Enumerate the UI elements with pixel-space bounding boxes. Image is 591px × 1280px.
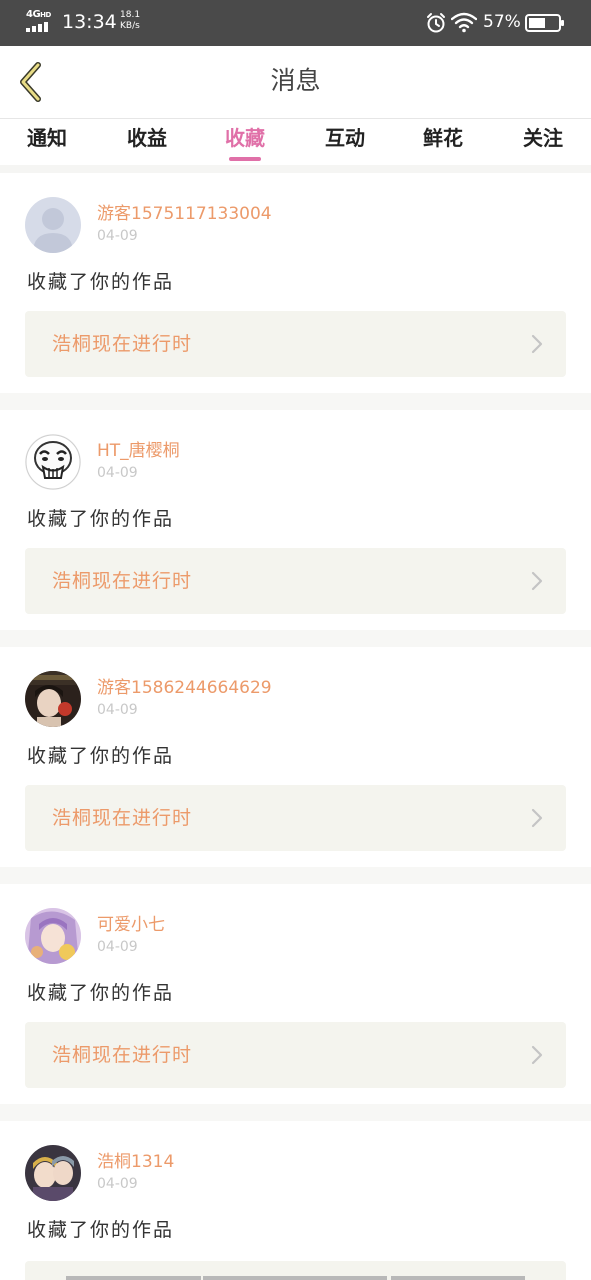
- chevron-right-icon: [531, 1045, 543, 1065]
- battery-percent: 57%: [483, 12, 521, 32]
- divider: [0, 393, 591, 410]
- tab-bar: 通知 收益 收藏 互动 鲜花 关注: [0, 119, 591, 165]
- chevron-right-icon: [531, 334, 543, 354]
- message-date: 04-09: [97, 1176, 138, 1192]
- photo-avatar-icon: [25, 671, 81, 727]
- tab-earnings[interactable]: 收益: [123, 119, 171, 165]
- divider: [0, 1104, 591, 1121]
- scroll-indicator: [391, 1276, 525, 1280]
- avatar[interactable]: [25, 434, 81, 490]
- work-title: 浩桐现在进行时: [52, 1044, 193, 1066]
- tab-interactions[interactable]: 互动: [321, 119, 369, 165]
- message-card: 游客1586244664629 04-09 收藏了你的作品 浩桐现在进行时: [0, 647, 591, 867]
- message-card: 浩桐1314 04-09 收藏了你的作品: [0, 1121, 591, 1280]
- message-text: 收藏了你的作品: [27, 745, 175, 767]
- status-bar: 4GHD 13:34 18.1 KB/s 57%: [0, 0, 591, 46]
- avatar[interactable]: [25, 1145, 81, 1201]
- message-text: 收藏了你的作品: [27, 508, 175, 530]
- message-card: 游客1575117133004 04-09 收藏了你的作品 浩桐现在进行时: [0, 173, 591, 393]
- chevron-right-icon: [531, 571, 543, 591]
- work-title: 浩桐现在进行时: [52, 807, 193, 829]
- avatar[interactable]: [25, 197, 81, 253]
- nav-bar: 消息: [0, 46, 591, 119]
- username[interactable]: 游客1575117133004: [97, 203, 272, 225]
- net-speed-unit: KB/s: [120, 21, 140, 31]
- message-text: 收藏了你的作品: [27, 271, 175, 293]
- username[interactable]: 可爱小七: [97, 914, 165, 936]
- anime-pair-avatar-icon: [25, 1145, 81, 1201]
- message-card: 可爱小七 04-09 收藏了你的作品 浩桐现在进行时: [0, 884, 591, 1104]
- avatar[interactable]: [25, 671, 81, 727]
- username[interactable]: HT_唐樱桐: [97, 440, 180, 462]
- message-date: 04-09: [97, 465, 138, 481]
- clock: 13:34: [62, 11, 117, 33]
- wifi-icon: [451, 12, 477, 33]
- divider: [0, 630, 591, 647]
- active-tab-indicator: [229, 157, 261, 161]
- divider: [0, 867, 591, 884]
- meme-face-avatar-icon: [25, 434, 81, 490]
- tab-notifications[interactable]: 通知: [23, 119, 71, 165]
- net-speed-value: 18.1: [120, 10, 141, 20]
- default-avatar-icon: [25, 197, 81, 253]
- work-link[interactable]: 浩桐现在进行时: [25, 1022, 566, 1088]
- message-date: 04-09: [97, 228, 138, 244]
- username[interactable]: 游客1586244664629: [97, 677, 272, 699]
- scroll-indicator: [66, 1276, 201, 1280]
- username[interactable]: 浩桐1314: [97, 1151, 174, 1173]
- avatar[interactable]: [25, 908, 81, 964]
- network-sub: HD: [40, 11, 51, 19]
- scroll-indicator: [203, 1276, 387, 1280]
- tab-following[interactable]: 关注: [519, 119, 567, 165]
- net-speed: 18.1 KB/s: [120, 10, 140, 32]
- battery-icon: [525, 14, 564, 32]
- cellular-signal-icon: 4GHD: [26, 10, 54, 34]
- work-link[interactable]: [25, 1261, 566, 1280]
- work-title: 浩桐现在进行时: [52, 570, 193, 592]
- tab-flowers[interactable]: 鲜花: [419, 119, 467, 165]
- work-link[interactable]: 浩桐现在进行时: [25, 548, 566, 614]
- message-date: 04-09: [97, 939, 138, 955]
- message-text: 收藏了你的作品: [27, 1219, 175, 1241]
- divider: [0, 165, 591, 173]
- message-card: HT_唐樱桐 04-09 收藏了你的作品 浩桐现在进行时: [0, 410, 591, 630]
- work-link[interactable]: 浩桐现在进行时: [25, 311, 566, 377]
- anime-avatar-icon: [25, 908, 81, 964]
- message-date: 04-09: [97, 702, 138, 718]
- chevron-right-icon: [531, 808, 543, 828]
- network-type: 4G: [26, 9, 41, 20]
- alarm-icon: [427, 13, 445, 33]
- page-title: 消息: [270, 66, 321, 95]
- work-link[interactable]: 浩桐现在进行时: [25, 785, 566, 851]
- message-text: 收藏了你的作品: [27, 982, 175, 1004]
- work-title: 浩桐现在进行时: [52, 333, 193, 355]
